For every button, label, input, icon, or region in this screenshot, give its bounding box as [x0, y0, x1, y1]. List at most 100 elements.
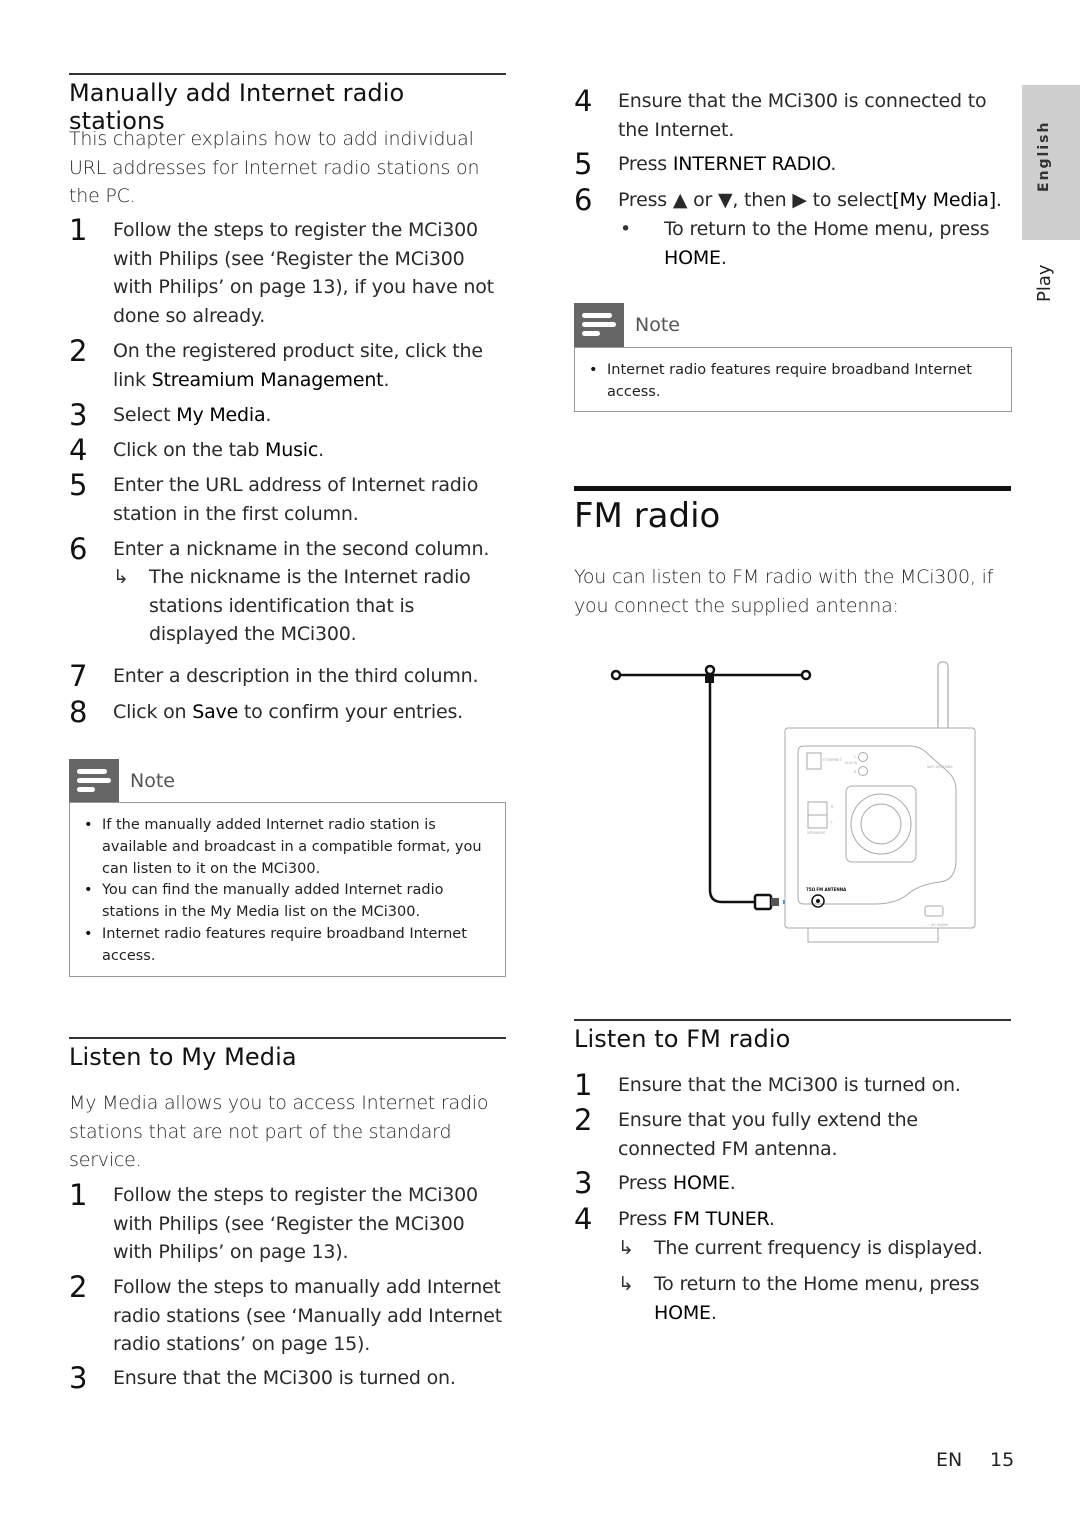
step-text: Ensure that the MCi300 is connected to t… — [618, 90, 987, 141]
result-arrow-icon: ↳ — [113, 566, 129, 588]
step-6-result: ↳ The nickname is the Internet radio sta… — [113, 563, 503, 649]
step-2: 2 Ensure that you fully extend the conne… — [574, 1106, 1014, 1163]
step-4: 4 Ensure that the MCi300 is connected to… — [574, 87, 1011, 144]
note-item: You can find the manually added Internet… — [80, 880, 493, 924]
bullet-icon: • — [620, 218, 632, 240]
step-number: 3 — [69, 1361, 88, 1395]
step-text: Click on Save to confirm your entries. — [113, 701, 463, 723]
page-number: 15 — [990, 1449, 1015, 1471]
step-text: Press HOME. — [618, 1172, 736, 1194]
label-ac-mains: ~ AC MAINS — [927, 923, 949, 927]
section-tab-label: Play — [1034, 264, 1055, 302]
step-3: 3 Press HOME. — [574, 1169, 1011, 1198]
section-rule — [574, 1019, 1011, 1021]
label-aux-in: AUX IN — [845, 761, 857, 765]
step-number: 6 — [574, 183, 593, 217]
step-text: Follow the steps to register the MCi300 … — [113, 1184, 478, 1263]
note-icon — [69, 759, 119, 803]
step-5: 5 Enter the URL address of Internet radi… — [69, 471, 506, 528]
note-icon — [574, 303, 624, 347]
step-text: Ensure that you fully extend the connect… — [618, 1109, 918, 1160]
label-ethernet: ETHERNET — [823, 758, 842, 762]
chapter-rule — [574, 486, 1011, 491]
step-text: Ensure that the MCi300 is turned on. — [113, 1367, 456, 1389]
intro-fm-radio: You can listen to FM radio with the MCi3… — [574, 566, 994, 617]
note-label: Note — [130, 770, 175, 792]
step-text: Press INTERNET RADIO. — [618, 153, 837, 175]
step-text: On the registered product site, click th… — [113, 340, 483, 391]
step-text: Follow the steps to manually add Interne… — [113, 1276, 503, 1355]
label-spk-l: L — [831, 820, 833, 824]
step-number: 2 — [69, 334, 88, 368]
step-text: Select My Media. — [113, 404, 272, 426]
link-streamium-management: Streamium Management — [151, 368, 384, 391]
step-4: 4 Click on the tab Music. — [69, 436, 506, 465]
fm-antenna-connection-figure: ETHERNET AUX IN L R WIFI ANTENNA SPEAKER… — [610, 661, 976, 943]
step-number: 5 — [69, 468, 88, 502]
note-header: Note — [69, 759, 175, 803]
section-rule — [69, 73, 506, 75]
step-number: 1 — [69, 213, 88, 247]
step-6: 6 Press ▲ or ▼, then ▶ to select[My Medi… — [574, 186, 1014, 215]
step-7: 7 Enter a description in the third colum… — [69, 662, 506, 691]
step-number: 4 — [69, 433, 88, 467]
device-rear-panel — [784, 661, 976, 943]
step-1: 1 Follow the steps to register the MCi30… — [69, 216, 506, 330]
step-number: 7 — [69, 659, 88, 693]
step-text: Ensure that the MCi300 is turned on. — [618, 1074, 961, 1096]
step-number: 1 — [69, 1178, 88, 1212]
step-text: Enter the URL address of Internet radio … — [113, 474, 479, 525]
button-internet-radio: INTERNET RADIO — [672, 153, 831, 175]
step-4: 4 Press FM TUNER. — [574, 1205, 1011, 1234]
step-number: 4 — [574, 84, 593, 118]
step-number: 2 — [69, 1270, 88, 1304]
step-number: 3 — [574, 1166, 593, 1200]
result-arrow-icon: ↳ — [618, 1237, 634, 1259]
label-fm-antenna: 75Ω FM ANTENNA — [806, 887, 847, 892]
footer-language: EN — [936, 1449, 963, 1471]
label-speakers: SPEAKERS — [807, 831, 826, 835]
step-number: 5 — [574, 147, 593, 181]
step-text: Click on the tab Music. — [113, 439, 324, 461]
step-text: Enter a description in the third column. — [113, 665, 479, 687]
result-arrow-icon: ↳ — [618, 1273, 634, 1295]
step-2: 2 Follow the steps to manually add Inter… — [69, 1273, 506, 1359]
label-wifi-antenna: WIFI ANTENNA — [927, 765, 953, 769]
step-4-result-1: ↳ The current frequency is displayed. — [618, 1234, 998, 1263]
note-box: Internet radio features require broadban… — [574, 347, 1012, 412]
step-text: Follow the steps to register the MCi300 … — [113, 219, 494, 327]
step-text: Press ▲ or ▼, then ▶ to select[My Media]… — [618, 189, 1002, 211]
section-rule — [69, 1037, 506, 1039]
step-1: 1 Ensure that the MCi300 is turned on. — [574, 1071, 1011, 1100]
step-3: 3 Select My Media. — [69, 401, 506, 430]
step-number: 8 — [69, 695, 88, 729]
note-box: If the manually added Internet radio sta… — [69, 802, 506, 977]
step-1: 1 Follow the steps to register the MCi30… — [69, 1181, 506, 1267]
step-6-bullet: • To return to the Home menu, press HOME… — [618, 215, 998, 272]
label-aux-l: L — [854, 755, 856, 759]
step-text: Press FM TUNER. — [618, 1208, 775, 1230]
step-2: 2 On the registered product site, click … — [69, 337, 506, 394]
step-5: 5 Press INTERNET RADIO. — [574, 150, 1011, 179]
intro-my-media: My Media allows you to access Internet r… — [69, 1092, 489, 1171]
intro-manual-add: This chapter explains how to add individ… — [69, 128, 480, 207]
fm-antenna-wire — [610, 664, 812, 911]
step-number: 4 — [574, 1202, 593, 1236]
step-number: 1 — [574, 1068, 593, 1102]
section-title-listen-fm: Listen to FM radio — [574, 1025, 791, 1053]
step-number: 3 — [69, 398, 88, 432]
step-6: 6 Enter a nickname in the second column. — [69, 535, 506, 564]
note-item: If the manually added Internet radio sta… — [80, 815, 493, 880]
step-3: 3 Ensure that the MCi300 is turned on. — [69, 1364, 506, 1393]
note-header: Note — [574, 303, 680, 347]
note-item: Internet radio features require broadban… — [585, 360, 999, 404]
section-title-my-media: Listen to My Media — [69, 1043, 297, 1071]
note-label: Note — [635, 314, 680, 336]
note-item: Internet radio features require broadban… — [80, 924, 493, 968]
step-text: Enter a nickname in the second column. — [113, 538, 490, 560]
chapter-title-fm-radio: FM radio — [574, 496, 721, 536]
step-number: 2 — [574, 1103, 593, 1137]
step-4-result-2: ↳ To return to the Home menu, press HOME… — [618, 1270, 998, 1327]
step-number: 6 — [69, 532, 88, 566]
language-tab-label: English — [1036, 120, 1052, 192]
